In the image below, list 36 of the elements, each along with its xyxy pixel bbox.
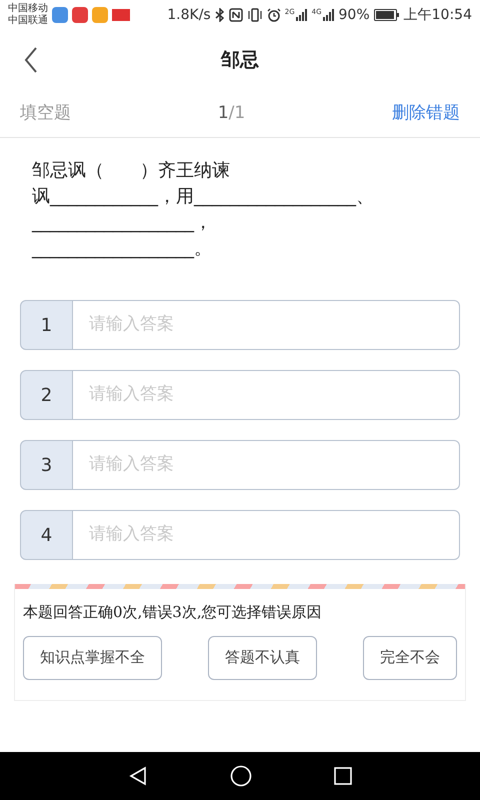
answer-number: 2 [20, 370, 73, 420]
answer-number: 4 [20, 510, 73, 560]
app-notification-icon [52, 7, 68, 23]
question-text: __________________。 [32, 237, 213, 261]
signal-icon [322, 9, 335, 21]
question-text: 邹忌讽（ ）齐王纳谏 [32, 159, 231, 183]
carrier-name: 中国移动 [8, 3, 48, 14]
current-question-number: 1 [218, 102, 229, 125]
page-title: 邹忌 [221, 48, 259, 73]
clock: 上午10:54 [404, 6, 472, 24]
carrier-name: 中国联通 [8, 15, 48, 27]
back-icon[interactable] [128, 766, 148, 786]
recent-apps-icon[interactable] [334, 767, 352, 785]
error-reason-button[interactable]: 完全不会 [363, 636, 457, 680]
question-text: __________________， [32, 211, 213, 235]
error-reason-button[interactable]: 答题不认真 [208, 636, 317, 680]
answer-number: 1 [20, 300, 73, 350]
network-speed: 1.8K/s [167, 6, 211, 24]
question-text: 讽____________，用__________________、 [32, 185, 375, 209]
question-type: 填空题 [20, 102, 71, 125]
app-notification-icon [112, 9, 130, 21]
battery-icon [374, 9, 400, 21]
bluetooth-icon [214, 8, 225, 22]
nfc-icon [228, 8, 243, 22]
battery-percentage: 90% [338, 6, 370, 24]
question-total: /1 [228, 102, 246, 125]
back-icon[interactable] [24, 47, 38, 73]
error-reason-button[interactable]: 知识点掌握不全 [23, 636, 162, 680]
answer-number: 3 [20, 440, 73, 490]
app-notification-icon [72, 7, 88, 23]
home-icon[interactable] [230, 765, 252, 787]
signal-icon [296, 9, 308, 21]
answer-statistics: 本题回答正确0次,错误3次,您可选择错误原因 [23, 602, 323, 623]
alarm-icon [266, 8, 281, 22]
vibrate-icon [246, 8, 263, 22]
delete-wrong-question-link[interactable]: 删除错题 [392, 100, 460, 126]
